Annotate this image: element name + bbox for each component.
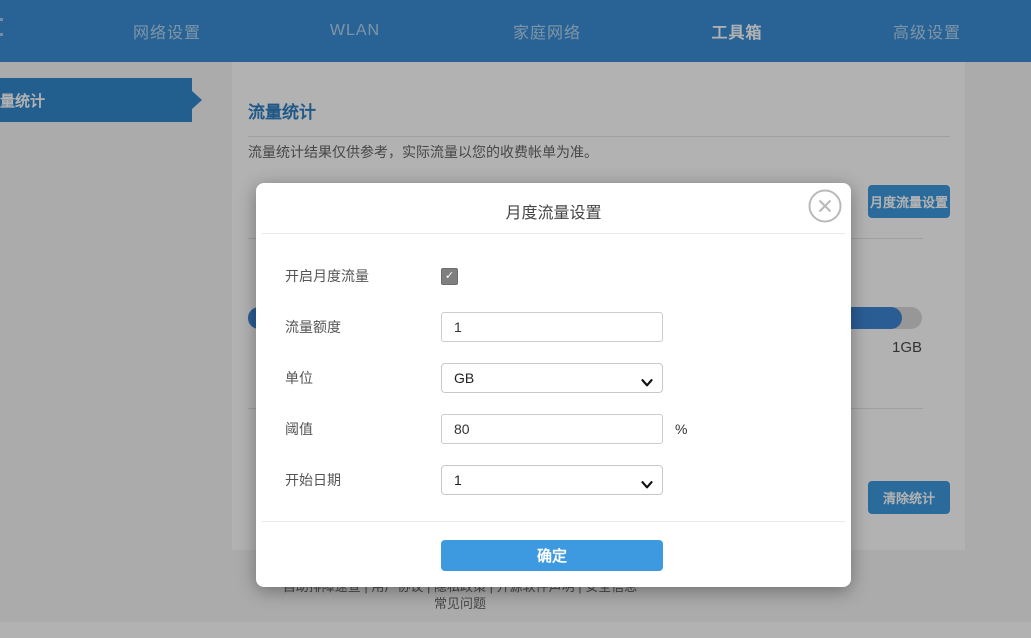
modal-title: 月度流量设置 xyxy=(256,199,851,223)
divider xyxy=(262,233,845,234)
threshold-input[interactable] xyxy=(441,414,663,444)
percent-suffix: % xyxy=(675,421,687,437)
form-row-unit: 单位 GB xyxy=(285,363,830,393)
start-date-select[interactable]: 1 xyxy=(441,465,663,495)
monthly-traffic-modal: 月度流量设置 开启月度流量 ✓ 流量额度 单位 GB xyxy=(256,183,851,587)
form-row-threshold: 阈值 % xyxy=(285,414,830,444)
field-label: 开启月度流量 xyxy=(285,266,441,286)
field-label: 阈值 xyxy=(285,419,441,439)
form-row-enable: 开启月度流量 ✓ xyxy=(285,261,830,291)
enable-monthly-checkbox[interactable]: ✓ xyxy=(441,268,458,285)
form-row-start-date: 开始日期 1 xyxy=(285,465,830,495)
quota-input[interactable] xyxy=(441,312,663,342)
check-icon: ✓ xyxy=(445,271,454,282)
field-label: 流量额度 xyxy=(285,317,441,337)
divider xyxy=(262,521,845,522)
form-row-quota: 流量额度 xyxy=(285,312,830,342)
close-icon[interactable] xyxy=(808,189,842,223)
router-admin-screen: 网络设置 WLAN 家庭网络 工具箱 高级设置 流量统计 流量统计 流量统计结果… xyxy=(0,0,1031,638)
field-label: 单位 xyxy=(285,368,441,388)
field-label: 开始日期 xyxy=(285,470,441,490)
confirm-button[interactable]: 确定 xyxy=(441,540,663,571)
unit-select[interactable]: GB xyxy=(441,363,663,393)
